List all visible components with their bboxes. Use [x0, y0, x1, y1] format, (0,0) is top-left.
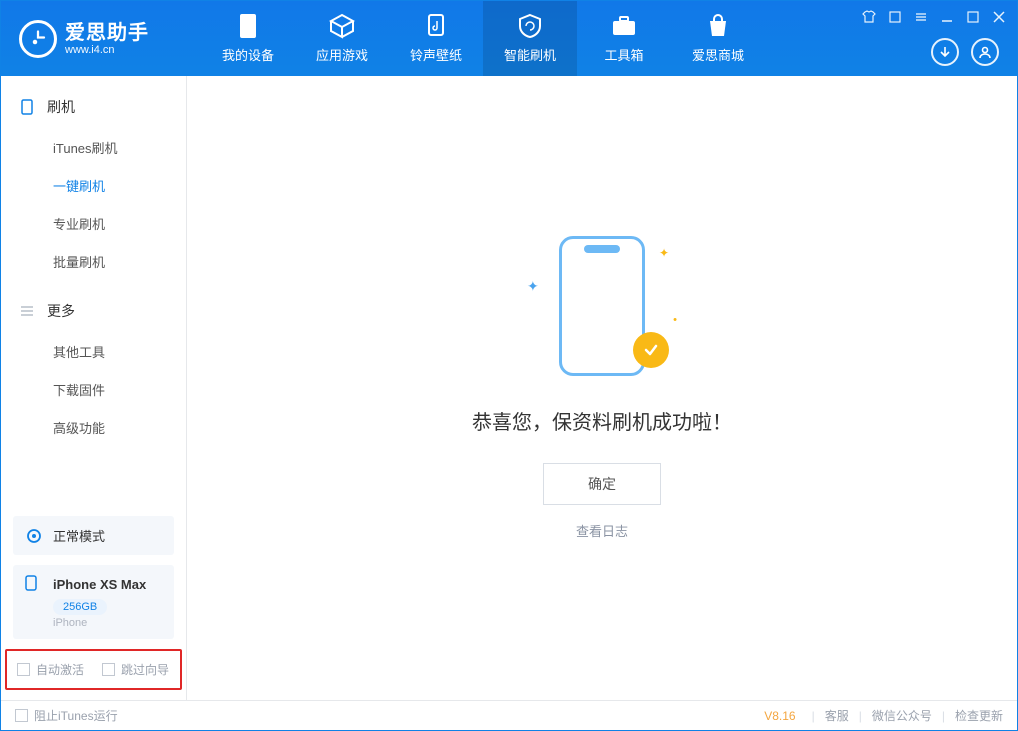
checkbox-block-itunes[interactable]: 阻止iTunes运行	[15, 707, 118, 724]
phone-icon	[235, 13, 261, 39]
minimize-icon[interactable]	[939, 9, 955, 25]
window-controls	[861, 9, 1007, 25]
success-illustration: ✦ ✦ •	[527, 236, 677, 386]
phone-illustration-icon	[559, 236, 645, 376]
nav-tab-store[interactable]: 爱思商城	[671, 1, 765, 76]
sidebar: 刷机 iTunes刷机 一键刷机 专业刷机 批量刷机 更多 其他工具 下载固件 …	[1, 76, 187, 700]
footer: 阻止iTunes运行 V8.16 | 客服 | 微信公众号 | 检查更新	[1, 700, 1017, 730]
options-highlight: 自动激活 跳过向导	[5, 649, 182, 690]
app-window: 爱思助手 www.i4.cn 我的设备 应用游戏 铃声壁纸 智能刷机	[0, 0, 1018, 731]
device-type: iPhone	[53, 617, 162, 629]
sidebar-header-flash: 刷机	[1, 86, 186, 128]
sidebar-header-more: 更多	[1, 290, 186, 332]
menu-icon[interactable]	[913, 9, 929, 25]
mode-card[interactable]: 正常模式	[13, 516, 174, 555]
sidebar-item-label: 下载固件	[53, 380, 105, 399]
sidebar-item-pro-flash[interactable]: 专业刷机	[1, 204, 186, 242]
close-icon[interactable]	[991, 9, 1007, 25]
sidebar-item-label: 其他工具	[53, 342, 105, 361]
nav-tab-label: 应用游戏	[316, 45, 368, 64]
sidebar-item-label: iTunes刷机	[53, 138, 118, 157]
cube-icon	[329, 13, 355, 39]
checkbox-skip-guide[interactable]: 跳过向导	[102, 661, 169, 678]
phone-small-icon	[25, 575, 43, 593]
nav-tab-toolbox[interactable]: 工具箱	[577, 1, 671, 76]
user-button[interactable]	[971, 38, 999, 66]
mode-card-label: 正常模式	[53, 526, 105, 545]
device-icon	[19, 99, 35, 115]
sidebar-item-itunes-flash[interactable]: iTunes刷机	[1, 128, 186, 166]
device-capacity: 256GB	[53, 599, 107, 615]
view-log-link[interactable]: 查看日志	[576, 521, 628, 540]
sidebar-item-oneclick-flash[interactable]: 一键刷机	[1, 166, 186, 204]
nav-tab-label: 爱思商城	[692, 45, 744, 64]
checkbox-label: 跳过向导	[121, 661, 169, 678]
sidebar-item-label: 一键刷机	[53, 176, 105, 195]
maximize-icon[interactable]	[965, 9, 981, 25]
footer-link-update[interactable]: 检查更新	[955, 707, 1003, 724]
sidebar-item-label: 批量刷机	[53, 252, 105, 271]
sidebar-item-advanced[interactable]: 高级功能	[1, 408, 186, 446]
nav-tab-device[interactable]: 我的设备	[201, 1, 295, 76]
brand-name: 爱思助手	[65, 22, 149, 44]
check-badge-icon	[633, 332, 669, 368]
nav-tab-label: 我的设备	[222, 45, 274, 64]
sidebar-header-label: 更多	[47, 301, 75, 321]
sidebar-item-other-tools[interactable]: 其他工具	[1, 332, 186, 370]
nav-tabs: 我的设备 应用游戏 铃声壁纸 智能刷机 工具箱 爱思商城	[201, 1, 765, 76]
nav-tab-label: 智能刷机	[504, 45, 556, 64]
sidebar-item-label: 专业刷机	[53, 214, 105, 233]
checkbox-icon	[15, 709, 28, 722]
brand-url: www.i4.cn	[65, 44, 149, 56]
box-icon[interactable]	[887, 9, 903, 25]
footer-link-support[interactable]: 客服	[825, 707, 849, 724]
tshirt-icon[interactable]	[861, 9, 877, 25]
sidebar-item-batch-flash[interactable]: 批量刷机	[1, 242, 186, 280]
success-title: 恭喜您，保资料刷机成功啦！	[472, 406, 732, 435]
logo: 爱思助手 www.i4.cn	[1, 20, 201, 58]
checkbox-icon	[17, 663, 30, 676]
logo-icon	[19, 20, 57, 58]
nav-tab-apps[interactable]: 应用游戏	[295, 1, 389, 76]
body: 刷机 iTunes刷机 一键刷机 专业刷机 批量刷机 更多 其他工具 下载固件 …	[1, 76, 1017, 700]
sidebar-item-download-firmware[interactable]: 下载固件	[1, 370, 186, 408]
checkbox-auto-activate[interactable]: 自动激活	[17, 661, 84, 678]
titlebar-right-buttons	[931, 38, 999, 66]
toolbox-icon	[611, 13, 637, 39]
sparkle-icon: •	[673, 314, 677, 326]
nav-tab-label: 铃声壁纸	[410, 45, 462, 64]
shield-refresh-icon	[517, 13, 543, 39]
ok-button[interactable]: 确定	[543, 463, 661, 505]
main-content: ✦ ✦ • 恭喜您，保资料刷机成功啦！ 确定 查看日志	[187, 76, 1017, 700]
device-name: iPhone XS Max	[53, 577, 146, 592]
download-button[interactable]	[931, 38, 959, 66]
nav-tab-flash[interactable]: 智能刷机	[483, 1, 577, 76]
cycle-icon	[25, 527, 43, 545]
version-label: V8.16	[764, 709, 795, 723]
sidebar-header-label: 刷机	[47, 97, 75, 117]
checkbox-icon	[102, 663, 115, 676]
list-icon	[19, 303, 35, 319]
sidebar-item-label: 高级功能	[53, 418, 105, 437]
nav-tab-label: 工具箱	[604, 45, 643, 64]
checkbox-label: 自动激活	[36, 661, 84, 678]
sparkle-icon: ✦	[659, 246, 669, 260]
checkbox-label: 阻止iTunes运行	[34, 707, 118, 724]
sparkle-icon: ✦	[527, 278, 539, 295]
footer-link-wechat[interactable]: 微信公众号	[872, 707, 932, 724]
titlebar: 爱思助手 www.i4.cn 我的设备 应用游戏 铃声壁纸 智能刷机	[1, 1, 1017, 76]
shopping-bag-icon	[705, 13, 731, 39]
music-note-icon	[423, 13, 449, 39]
nav-tab-ringtone[interactable]: 铃声壁纸	[389, 1, 483, 76]
device-card[interactable]: iPhone XS Max 256GB iPhone	[13, 565, 174, 639]
